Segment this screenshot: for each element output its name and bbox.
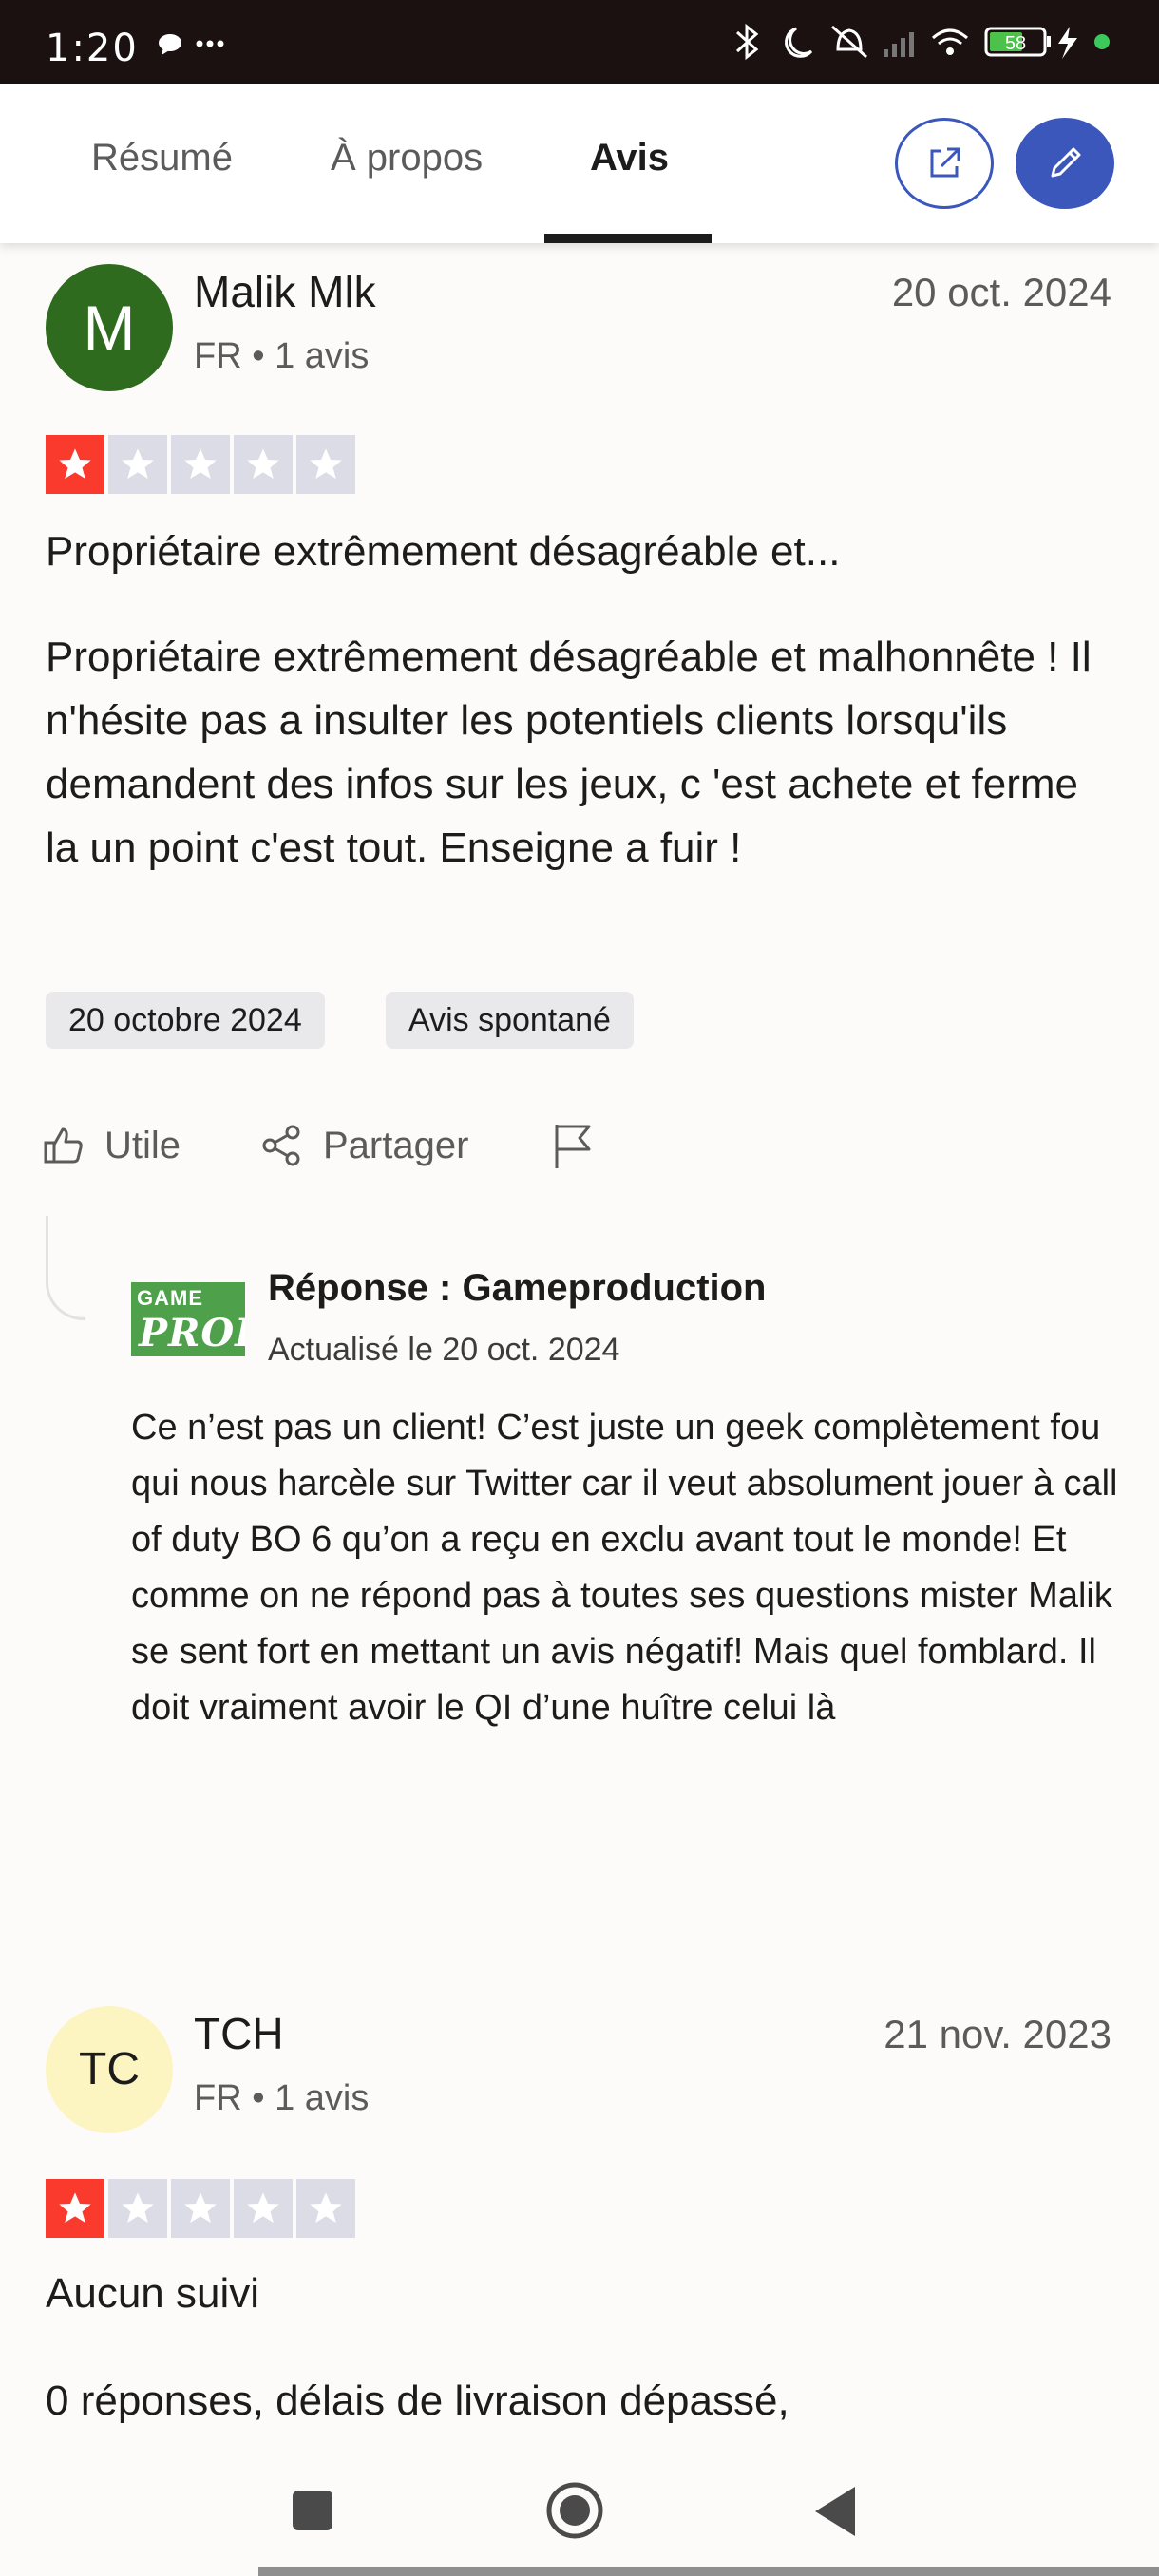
star-icon	[171, 2179, 230, 2238]
write-review-button[interactable]	[1016, 118, 1114, 209]
tab-avis[interactable]: Avis	[590, 137, 669, 180]
tab-bar: Résumé À propos Avis	[0, 84, 1159, 243]
star-rating	[46, 435, 355, 494]
back-triangle-icon	[815, 2487, 855, 2536]
active-tab-indicator	[544, 234, 712, 243]
reply-connector	[46, 1216, 86, 1320]
reply-body: Ce n’est pas un client! C’est juste un g…	[131, 1408, 1118, 1728]
share-label: Partager	[323, 1124, 469, 1166]
open-external-button[interactable]	[895, 118, 994, 209]
review-title: Propriétaire extrêmement désagréable et.…	[46, 528, 841, 575]
reply-title: Réponse : Gameproduction	[268, 1267, 767, 1309]
review-date: 20 oct. 2024	[891, 270, 1112, 314]
share-button[interactable]: Partager	[260, 1117, 468, 1174]
star-icon	[234, 2179, 293, 2238]
reviewer-name[interactable]: Malik Mlk	[194, 266, 376, 317]
company-logo: GAME PROD	[131, 1282, 245, 1356]
review-title: Aucun suivi	[46, 2270, 260, 2317]
recents-button[interactable]	[291, 2489, 334, 2537]
thumbs-up-icon	[44, 1127, 83, 1164]
review-date-chip: 20 octobre 2024	[46, 992, 325, 1049]
star-icon	[171, 435, 230, 494]
useful-label: Utile	[104, 1124, 181, 1166]
battery-level: 58	[1005, 33, 1026, 54]
star-icon	[46, 435, 104, 494]
pencil-icon	[1051, 147, 1081, 178]
reviewer-name[interactable]: TCH	[194, 2008, 284, 2059]
share-icon	[262, 1125, 300, 1166]
review-body: 0 réponses, délais de livraison dépassé,	[46, 2377, 789, 2424]
report-button[interactable]	[551, 1117, 595, 1174]
star-icon	[296, 2179, 355, 2238]
star-icon	[108, 2179, 167, 2238]
review-date: 21 nov. 2023	[884, 2012, 1112, 2056]
avatar[interactable]: M	[46, 264, 173, 391]
star-icon	[46, 2179, 104, 2238]
star-icon	[296, 435, 355, 494]
reviewer-meta: FR • 1 avis	[194, 336, 370, 376]
external-link-icon	[930, 147, 960, 178]
square-icon	[293, 2491, 332, 2530]
star-icon	[234, 435, 293, 494]
logo-text-top: GAME	[137, 1286, 203, 1310]
home-circle-icon	[546, 2482, 603, 2539]
star-icon	[108, 435, 167, 494]
logo-text-bottom: PROD	[139, 1311, 245, 1355]
status-time: 1:20	[46, 27, 139, 70]
tab-resume[interactable]: Résumé	[91, 137, 233, 180]
status-bar: 1:20 58	[0, 0, 1159, 84]
system-nav-bar	[0, 2451, 1159, 2576]
review-type-chip: Avis spontané	[386, 992, 634, 1049]
status-icons: 58	[732, 23, 1140, 61]
home-button[interactable]	[545, 2481, 604, 2545]
gesture-handle	[258, 2567, 1159, 2576]
reviewer-meta: FR • 1 avis	[194, 2078, 370, 2118]
reply-updated: Actualisé le 20 oct. 2024	[268, 1332, 620, 1368]
tab-a-propos[interactable]: À propos	[331, 137, 483, 180]
review-body: Propriétaire extrêmement désagréable et …	[46, 634, 1092, 871]
star-rating	[46, 2179, 355, 2238]
avatar[interactable]: TC	[46, 2006, 173, 2133]
flag-icon	[555, 1125, 591, 1168]
notification-icons	[158, 32, 224, 60]
back-button[interactable]	[813, 2485, 857, 2543]
useful-button[interactable]: Utile	[42, 1117, 180, 1174]
